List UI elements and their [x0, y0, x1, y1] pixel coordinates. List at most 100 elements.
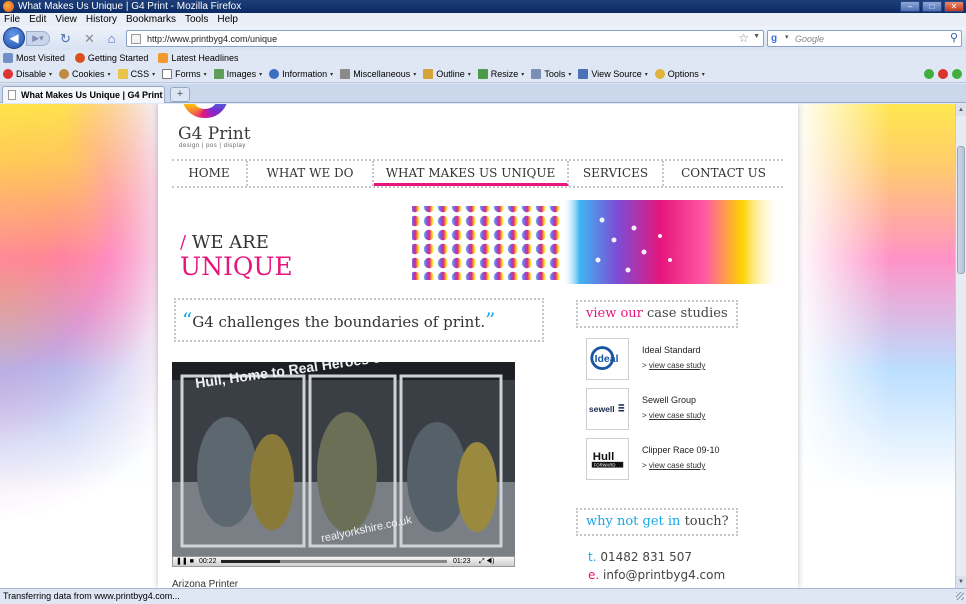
pause-icon[interactable]: ❚❚ ■ [176, 557, 194, 566]
dev-label: Forms [175, 69, 201, 79]
status-bar: Transferring data from www.printbyg4.com… [0, 588, 966, 604]
reload-icon[interactable]: ↻ [58, 31, 73, 46]
web-developer-toolbar: Disable ▾ Cookies ▾ CSS ▾ Forms ▾ Images ▾ In… [0, 66, 966, 83]
address-bar[interactable]: http://www.printbyg4.com/unique ☆ ▼ [126, 30, 764, 47]
left-background-gradient [0, 104, 160, 588]
video-caption: Arizona Printer [172, 579, 239, 588]
home-icon[interactable]: ⌂ [104, 31, 119, 46]
dev-resize[interactable]: Resize ▾ [477, 69, 524, 79]
dev-disable[interactable]: Disable ▾ [3, 69, 52, 79]
case-study-link-label[interactable]: view case study [649, 361, 705, 370]
menu-help[interactable]: Help [217, 13, 238, 26]
resize-grip-icon[interactable] [956, 592, 964, 600]
menu-edit[interactable]: Edit [29, 13, 46, 26]
bookmarks-toolbar: Most Visited Getting Started Latest Head… [0, 50, 966, 66]
search-bar[interactable]: g ▾ Google ⚲ [767, 30, 962, 47]
case-study-link[interactable]: > view case study [642, 361, 705, 370]
dev-forms[interactable]: Forms ▾ [162, 69, 207, 79]
dev-miscellaneous[interactable]: Miscellaneous ▾ [340, 69, 416, 79]
error-icon[interactable] [938, 69, 948, 79]
close-button[interactable]: ✕ [944, 1, 964, 12]
tab-current[interactable]: What Makes Us Unique | G4 Print [2, 86, 165, 103]
menu-bookmarks[interactable]: Bookmarks [126, 13, 176, 26]
dev-css[interactable]: CSS ▾ [117, 69, 155, 79]
phone-key: t. [588, 550, 597, 564]
bookmark-star-icon[interactable]: ☆ [738, 31, 749, 45]
case-study-link[interactable]: > view case study [642, 411, 705, 420]
dev-view-source[interactable]: View Source ▾ [578, 69, 648, 79]
dev-cookies[interactable]: Cookies ▾ [59, 69, 111, 79]
stop-icon[interactable]: ✕ [82, 31, 97, 46]
nav-contact-us[interactable]: CONTACT US [664, 161, 783, 186]
nav-services[interactable]: SERVICES [569, 161, 664, 186]
diamond-dots [412, 206, 562, 280]
case-study-link-label[interactable]: view case study [649, 411, 705, 420]
scrollbar-thumb[interactable] [957, 146, 965, 274]
sewell-logo[interactable]: sewell [586, 388, 629, 430]
email-address[interactable]: info@printbyg4.com [603, 568, 725, 582]
misc-icon [340, 69, 351, 79]
banner-slash: / [180, 232, 187, 253]
dev-label: CSS [130, 69, 150, 79]
dev-outline[interactable]: Outline ▾ [423, 69, 471, 79]
video-seek-bar[interactable] [221, 560, 447, 563]
scroll-down-icon[interactable]: ▼ [956, 576, 966, 588]
fullscreen-volume-icons[interactable]: ⤢ ◀) [479, 557, 494, 566]
google-engine-icon[interactable]: g [771, 33, 783, 45]
dev-label: Options [667, 69, 699, 79]
menu-tools[interactable]: Tools [185, 13, 208, 26]
bookmark-getting-started[interactable]: Getting Started [74, 50, 148, 66]
dev-information[interactable]: Information ▾ [269, 69, 333, 79]
video-controls: ❚❚ ■ 00:22 01:23 ⤢ ◀) [172, 556, 515, 567]
firefox-bookmark-icon [74, 53, 85, 63]
scroll-up-icon[interactable]: ▲ [956, 104, 966, 116]
cookie-icon [59, 69, 70, 79]
search-engine-dropdown-icon[interactable]: ▾ [785, 33, 789, 41]
nav-what-we-do[interactable]: WHAT WE DO [248, 161, 374, 186]
case-study-name: Clipper Race 09-10 [642, 445, 720, 455]
case-study-link-label[interactable]: view case study [649, 461, 705, 470]
hull-forward-logo[interactable]: Hull FORWARD [586, 438, 629, 480]
back-button[interactable]: ◀ [3, 27, 25, 49]
ideal-standard-logo[interactable]: Ideal [586, 338, 629, 380]
site-logo-tagline: design | pos | display [179, 143, 246, 149]
disable-icon [3, 69, 13, 79]
forward-button[interactable]: ▶▾ [26, 31, 50, 46]
logo-swirl-graphic[interactable] [182, 104, 228, 118]
dev-label: Outline [436, 69, 465, 79]
nav-what-makes-us-unique[interactable]: WHAT MAKES US UNIQUE [374, 161, 569, 186]
nav-home[interactable]: HOME [172, 161, 248, 186]
close-quote-mark: ” [485, 308, 496, 332]
firefox-icon [3, 1, 14, 12]
video-time-total: 01:23 [453, 558, 471, 565]
dev-options[interactable]: Options ▾ [654, 69, 705, 79]
new-tab-button[interactable]: + [170, 87, 190, 102]
window-title: What Makes Us Unique | G4 Print - Mozill… [18, 1, 242, 12]
case-study-item: sewell Sewell Group > view case study [586, 388, 786, 430]
rss-feed-icon [158, 53, 169, 63]
dropdown-caret-icon: ▾ [107, 71, 111, 78]
dev-images[interactable]: Images ▾ [213, 69, 262, 79]
menu-file[interactable]: File [4, 13, 20, 26]
css-valid-icon[interactable] [924, 69, 934, 79]
page-scrollbar[interactable]: ▲ ▼ [955, 104, 966, 588]
site-logo-name[interactable]: G4 Print [178, 124, 251, 144]
menu-view[interactable]: View [55, 13, 77, 26]
dev-tools[interactable]: Tools ▾ [531, 69, 571, 79]
video-progress-fill [221, 560, 280, 563]
case-study-item: Hull FORWARD Clipper Race 09-10 > view c… [586, 438, 786, 480]
case-study-item: Ideal Ideal Standard > view case study [586, 338, 786, 380]
phone-number[interactable]: 01482 831 507 [600, 550, 692, 564]
video-player[interactable]: Hull, Home to Real Heroes & Champions re… [172, 362, 515, 567]
maximize-button[interactable]: □ [922, 1, 942, 12]
menu-history[interactable]: History [86, 13, 117, 26]
bookmark-most-visited[interactable]: Most Visited [3, 50, 65, 66]
dropdown-caret-icon: ▾ [49, 71, 53, 78]
bookmark-latest-headlines[interactable]: Latest Headlines [158, 50, 238, 66]
minimize-button[interactable]: – [900, 1, 920, 12]
search-icon[interactable]: ⚲ [950, 31, 958, 44]
dropdown-caret-icon: ▾ [203, 71, 207, 78]
url-dropdown-icon[interactable]: ▼ [753, 33, 760, 40]
html-valid-icon[interactable] [952, 69, 962, 79]
case-study-link[interactable]: > view case study [642, 461, 705, 470]
